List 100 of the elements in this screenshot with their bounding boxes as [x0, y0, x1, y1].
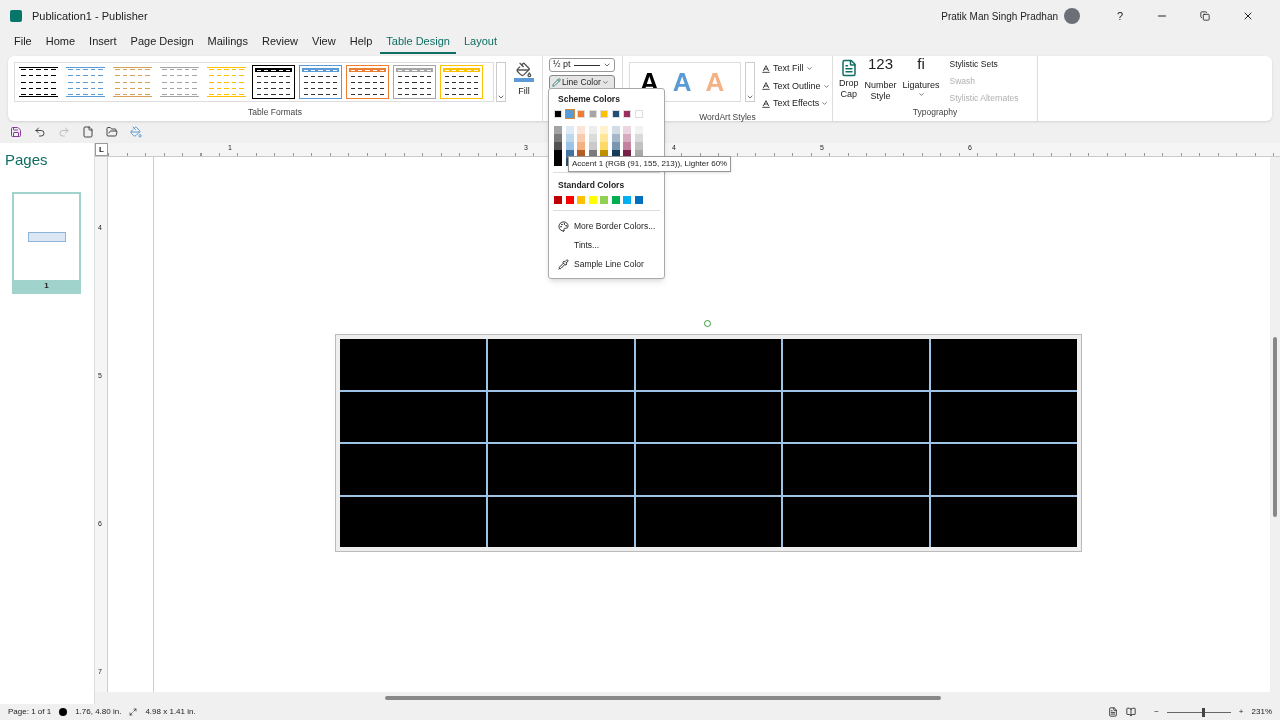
table-format-thumbnail[interactable] [158, 65, 201, 99]
color-swatch[interactable] [623, 125, 631, 134]
table-format-thumbnail[interactable] [64, 65, 107, 99]
color-swatch[interactable] [600, 109, 608, 118]
horizontal-scrollbar[interactable] [95, 692, 1280, 704]
color-swatch[interactable] [588, 133, 597, 142]
table-cell[interactable] [340, 339, 486, 390]
menu-item[interactable]: Tints... [574, 238, 600, 252]
color-swatch[interactable] [577, 125, 585, 134]
color-swatch[interactable] [554, 149, 562, 158]
typography-button[interactable]: Drop Cap [839, 58, 859, 105]
color-swatch[interactable] [554, 157, 562, 166]
color-swatch[interactable] [600, 133, 608, 142]
table-cell[interactable] [783, 391, 930, 442]
color-swatch[interactable] [554, 109, 562, 118]
table-cell[interactable] [487, 339, 634, 390]
color-swatch[interactable] [623, 141, 631, 150]
ribbon-tab[interactable]: View [306, 32, 342, 54]
table-cell[interactable] [931, 444, 1077, 495]
table-cell[interactable] [487, 496, 634, 547]
page-thumbnail[interactable]: 1 [12, 191, 81, 294]
color-swatch[interactable] [565, 133, 574, 142]
menu-item[interactable]: More Border Colors... [574, 219, 656, 233]
two-page-view-icon[interactable] [1126, 707, 1137, 717]
color-swatch[interactable] [588, 109, 597, 118]
fill-button[interactable]: Fill [518, 85, 530, 99]
ribbon-tab[interactable]: Home [39, 32, 82, 54]
color-swatch[interactable] [565, 125, 574, 134]
color-swatch[interactable] [611, 195, 620, 204]
restore-icon[interactable] [1200, 11, 1210, 21]
table-format-thumbnail[interactable] [252, 65, 295, 99]
fill-icon[interactable] [130, 126, 142, 138]
color-swatch[interactable] [623, 133, 631, 142]
vertical-scrollbar[interactable] [1270, 157, 1280, 692]
typography-button[interactable]: fi Ligatures [902, 58, 940, 105]
color-swatch[interactable] [554, 133, 562, 142]
table-cell[interactable] [635, 444, 782, 495]
text-format-button[interactable]: Text Outline [761, 79, 830, 93]
color-swatch[interactable] [623, 195, 631, 204]
color-swatch[interactable] [611, 125, 620, 134]
color-swatch[interactable] [611, 141, 620, 150]
undo-icon[interactable] [34, 126, 46, 138]
color-swatch[interactable] [565, 195, 574, 204]
table-cell[interactable] [635, 339, 782, 390]
color-swatch[interactable] [600, 195, 608, 204]
color-swatch[interactable] [577, 133, 585, 142]
text-format-button[interactable]: Text Fill [761, 62, 830, 76]
table-format-thumbnail[interactable] [111, 65, 154, 99]
color-swatch[interactable] [634, 195, 643, 204]
table-cell[interactable] [635, 496, 782, 547]
color-swatch[interactable] [634, 141, 643, 150]
color-swatch[interactable] [588, 141, 597, 150]
table-cell[interactable] [487, 444, 634, 495]
zoom-percent[interactable]: 231% [1251, 706, 1272, 718]
close-icon[interactable] [1242, 10, 1254, 22]
typography-button[interactable]: 123 Number Style [864, 58, 897, 105]
table-cell[interactable] [931, 496, 1077, 547]
color-swatch[interactable] [634, 125, 643, 134]
typography-option[interactable]: Stylistic Sets [949, 58, 1019, 71]
color-swatch[interactable] [611, 133, 620, 142]
open-folder-icon[interactable] [106, 126, 118, 138]
color-swatch[interactable] [554, 141, 562, 150]
ribbon-tab[interactable]: Table Design [380, 32, 456, 54]
color-swatch[interactable] [623, 109, 631, 118]
color-swatch[interactable] [577, 195, 585, 204]
table-cell[interactable] [635, 391, 782, 442]
menu-item[interactable]: Sample Line Color [574, 257, 644, 271]
table-cell[interactable] [783, 496, 930, 547]
ribbon-tab[interactable]: Review [255, 32, 305, 54]
zoom-in-button[interactable]: + [1238, 706, 1244, 718]
table-cell[interactable] [783, 444, 930, 495]
table-format-thumbnail[interactable] [205, 65, 248, 99]
color-swatch[interactable] [634, 109, 643, 118]
line-weight-dropdown[interactable]: ½ pt [549, 58, 615, 72]
avatar-icon[interactable] [1064, 8, 1080, 24]
user-name[interactable]: Pratik Man Singh Pradhan [941, 8, 1058, 24]
color-swatch[interactable] [600, 141, 608, 150]
single-page-view-icon[interactable] [1108, 707, 1119, 717]
color-swatch[interactable] [577, 109, 585, 118]
ribbon-tab[interactable]: Layout [457, 32, 503, 54]
table-cell[interactable] [340, 391, 486, 442]
table-format-thumbnail[interactable] [299, 65, 342, 99]
color-swatch[interactable] [588, 125, 597, 134]
color-swatch[interactable] [554, 195, 562, 204]
color-swatch[interactable] [600, 125, 608, 134]
ribbon-tab[interactable]: Mailings [201, 32, 254, 54]
ribbon-tab[interactable]: Help [343, 32, 379, 54]
help-button[interactable]: ? [1100, 7, 1140, 25]
color-swatch[interactable] [565, 141, 574, 150]
table-cell[interactable] [340, 444, 486, 495]
color-swatch[interactable] [611, 109, 620, 118]
table-format-thumbnail[interactable] [393, 65, 436, 99]
new-file-icon[interactable] [82, 126, 94, 138]
table-cell[interactable] [931, 339, 1077, 390]
redo-icon[interactable] [58, 126, 70, 138]
save-icon[interactable] [10, 126, 22, 138]
ribbon-tab[interactable]: Insert [83, 32, 123, 54]
ruler-corner[interactable]: L [95, 143, 108, 156]
zoom-slider-thumb[interactable] [1202, 707, 1206, 717]
zoom-out-button[interactable]: − [1154, 706, 1159, 718]
